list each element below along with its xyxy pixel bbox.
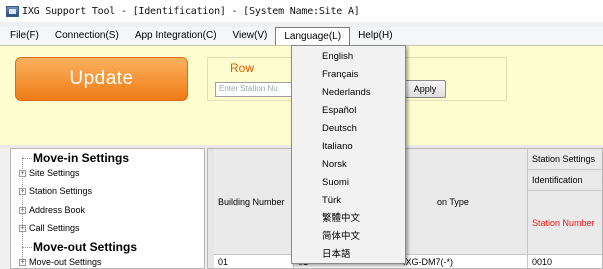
cell-station-number[interactable]: 0010 [528, 255, 602, 268]
expand-icon[interactable]: + [19, 224, 26, 232]
language-option-french[interactable]: Français [292, 66, 405, 84]
app-icon [6, 5, 19, 17]
column-header-identification[interactable]: Identification [528, 170, 602, 191]
language-option-spanish[interactable]: Español [292, 102, 405, 120]
cell-station-type[interactable]: IXG-DM7(-*) [403, 257, 453, 267]
column-header-building-number[interactable]: Building Number [214, 149, 294, 255]
tree-item-label: Site Settings [29, 168, 80, 178]
expand-icon[interactable]: + [19, 258, 26, 266]
tree-item-move-out-settings[interactable]: + Move-out Settings [19, 257, 102, 267]
menu-help[interactable]: Help(H) [350, 27, 400, 45]
tree-item-call-settings[interactable]: + Call Settings [19, 223, 80, 233]
expand-icon[interactable]: + [19, 187, 26, 195]
menu-connection[interactable]: Connection(S) [47, 27, 127, 45]
tree-item-site-settings[interactable]: + Site Settings [19, 168, 80, 178]
tree-guide-line [22, 247, 32, 248]
window-title: IXG Support Tool - [Identification] - [S… [22, 5, 360, 17]
menu-app-integration[interactable]: App Integration(C) [127, 27, 225, 45]
tree-item-label: Move-out Settings [29, 257, 102, 267]
cell-building-number[interactable]: 01 [214, 255, 294, 268]
row-label: Row [230, 61, 255, 75]
language-option-finnish[interactable]: Suomi [292, 174, 405, 192]
tree-item-address-book[interactable]: + Address Book [19, 205, 85, 215]
language-option-japanese[interactable]: 日本語 [292, 246, 405, 264]
tree-item-label: Station Settings [29, 186, 93, 196]
language-option-norwegian[interactable]: Norsk [292, 156, 405, 174]
tree-guide-line [22, 158, 32, 159]
expand-icon[interactable]: + [19, 206, 26, 214]
language-option-german[interactable]: Deutsch [292, 120, 405, 138]
language-option-turkish[interactable]: Türk [292, 192, 405, 210]
language-option-italian[interactable]: Italiano [292, 138, 405, 156]
menu-language[interactable]: Language(L) [275, 27, 351, 46]
language-option-english[interactable]: English [292, 48, 405, 66]
title-bar: IXG Support Tool - [Identification] - [S… [0, 0, 603, 22]
settings-tree: Move-in Settings + Site Settings + Stati… [10, 148, 205, 269]
move-in-settings-heading[interactable]: Move-in Settings [33, 151, 129, 165]
menu-bar: File(F) Connection(S) App Integration(C)… [0, 27, 603, 46]
tree-item-label: Call Settings [29, 223, 80, 233]
update-button[interactable]: Update [15, 57, 188, 101]
menu-view[interactable]: View(V) [225, 27, 276, 45]
column-header-station-number[interactable]: Station Number [528, 191, 602, 255]
language-option-traditional-chinese[interactable]: 繁體中文 [292, 210, 405, 228]
language-option-dutch[interactable]: Nederlands [292, 84, 405, 102]
language-dropdown-menu: English Français Nederlands Español Deut… [291, 45, 406, 264]
column-header-station-settings[interactable]: Station Settings [528, 149, 602, 170]
apply-button[interactable]: Apply [404, 80, 446, 98]
menu-file[interactable]: File(F) [2, 27, 47, 45]
tree-item-label: Address Book [29, 205, 86, 215]
language-option-simplified-chinese[interactable]: 简体中文 [292, 228, 405, 246]
move-out-settings-heading[interactable]: Move-out Settings [33, 240, 137, 254]
expand-icon[interactable]: + [19, 169, 26, 177]
tree-item-station-settings[interactable]: + Station Settings [19, 186, 92, 196]
